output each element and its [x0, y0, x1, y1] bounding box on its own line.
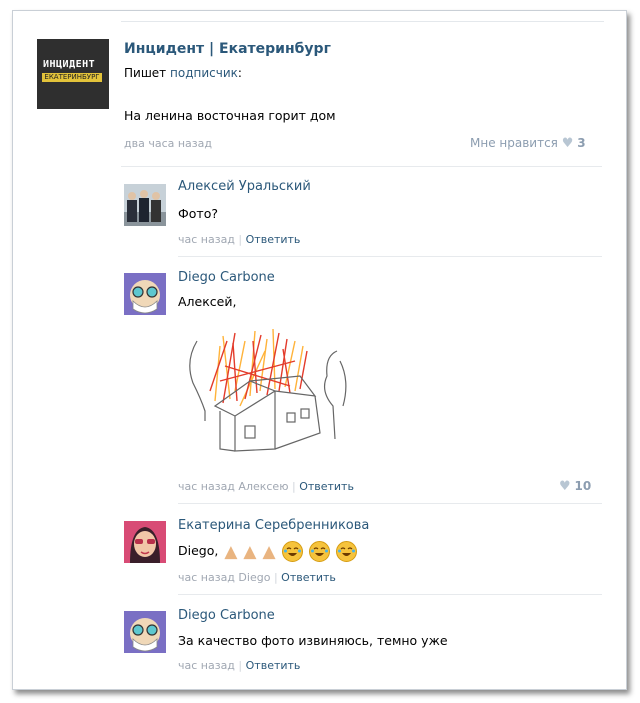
reply-button[interactable]: Ответить: [246, 233, 301, 246]
separator: |: [291, 480, 296, 493]
reply-to-link[interactable]: Алексею: [238, 480, 288, 493]
comment-author[interactable]: Diego Carbone: [178, 270, 275, 285]
divider: [178, 594, 602, 595]
divider: [178, 256, 602, 257]
crying-laughing-emoji: [281, 541, 303, 562]
comment-time[interactable]: час назад: [178, 659, 235, 672]
comment-time[interactable]: час назад: [178, 571, 235, 584]
comment-meta: час назад | Ответить: [178, 659, 300, 672]
comment-time[interactable]: час назад: [178, 233, 235, 246]
like-count: 3: [577, 136, 586, 150]
comment-text: Алексей,: [178, 294, 237, 309]
comment-like-button[interactable]: ♥ 10: [559, 479, 591, 494]
crying-laughing-emoji: [335, 541, 357, 562]
comment-meta: час назад | Ответить: [178, 233, 300, 246]
comment-meta: час назад Алексею | Ответить: [178, 480, 354, 493]
reply-button[interactable]: Ответить: [246, 659, 301, 672]
group-name-link[interactable]: Инцидент | Екатеринбург: [124, 41, 331, 57]
drawing-image[interactable]: [175, 321, 355, 461]
crying-laughing-emoji: [308, 541, 330, 562]
post-signer: Пишет подписчик:: [124, 66, 242, 80]
comment-text: Diego,: [178, 543, 219, 558]
reply-to-link[interactable]: Diego: [238, 571, 270, 584]
writes-prefix: Пишет: [124, 66, 167, 80]
divider: [178, 503, 602, 504]
heart-icon: ♥: [559, 479, 571, 494]
post-time[interactable]: два часа назад: [124, 137, 212, 150]
comment-author[interactable]: Алексей Уральский: [178, 179, 311, 194]
post-card: ИНЦИДЕНТ ЕКАТЕРИНБУРГ Инцидент | Екатери…: [12, 10, 627, 690]
avatar-text: ИНЦИДЕНТ: [43, 59, 96, 70]
comment-body: Diego, ▲ ▲ ▲: [178, 541, 357, 562]
avatar-subtext: ЕКАТЕРИНБУРГ: [42, 73, 102, 82]
comment-text: Фото?: [178, 206, 218, 221]
separator: |: [238, 233, 243, 246]
separator: |: [273, 571, 278, 584]
avatar[interactable]: [124, 611, 166, 653]
reply-button[interactable]: Ответить: [281, 571, 336, 584]
divider: [121, 21, 604, 22]
comment-author[interactable]: Diego Carbone: [178, 608, 275, 623]
avatar[interactable]: [124, 184, 166, 226]
comment-time[interactable]: час назад: [178, 480, 235, 493]
separator: |: [238, 659, 243, 672]
post-text: На ленина восточная горит дом: [124, 108, 336, 123]
like-count: 10: [574, 479, 592, 493]
group-avatar[interactable]: ИНЦИДЕНТ ЕКАТЕРИНБУРГ: [37, 39, 109, 109]
comment-text: За качество фото извиняюсь, темно уже: [178, 633, 448, 648]
heart-icon: ♥: [561, 136, 574, 151]
like-label: Мне нравится: [470, 136, 558, 150]
thumbs-up-emoji: ▲: [262, 541, 276, 562]
divider: [121, 166, 602, 167]
comment-author[interactable]: Екатерина Серебренникова: [178, 518, 369, 533]
writes-suffix: :: [237, 66, 242, 80]
avatar[interactable]: [124, 521, 166, 563]
subscriber-link[interactable]: подписчик: [170, 66, 238, 80]
thumbs-up-emoji: ▲: [243, 541, 257, 562]
avatar[interactable]: [124, 273, 166, 315]
reply-button[interactable]: Ответить: [299, 480, 354, 493]
comment-meta: час назад Diego | Ответить: [178, 571, 336, 584]
post-like-button[interactable]: Мне нравится ♥ 3: [470, 136, 586, 151]
thumbs-up-emoji: ▲: [224, 541, 238, 562]
